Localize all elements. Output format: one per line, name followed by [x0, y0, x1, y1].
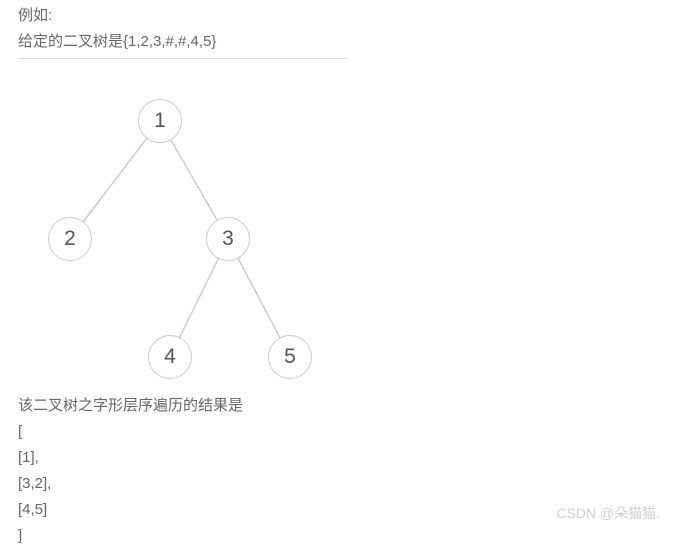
example-label: 例如:	[18, 4, 656, 28]
watermark-text: CSDN @朵猫猫.	[556, 502, 660, 524]
tree-node-5: 5	[268, 335, 312, 379]
output-line-0: [	[18, 420, 656, 444]
output-line-2: [3,2],	[18, 472, 656, 496]
tree-diagram: 1 2 3 4 5	[18, 58, 348, 388]
tree-node-4: 4	[148, 335, 192, 379]
output-line-4: ]	[18, 524, 656, 548]
output-desc: 该二叉树之字形层序遍历的结果是	[18, 394, 656, 418]
output-section: 该二叉树之字形层序遍历的结果是 [ [1], [3,2], [4,5] ]	[18, 394, 656, 548]
tree-node-3: 3	[206, 217, 250, 261]
tree-node-2: 2	[48, 217, 92, 261]
given-tree-text: 给定的二叉树是{1,2,3,#,#,4,5}	[18, 30, 656, 54]
tree-node-1: 1	[138, 99, 182, 143]
output-line-1: [1],	[18, 446, 656, 470]
